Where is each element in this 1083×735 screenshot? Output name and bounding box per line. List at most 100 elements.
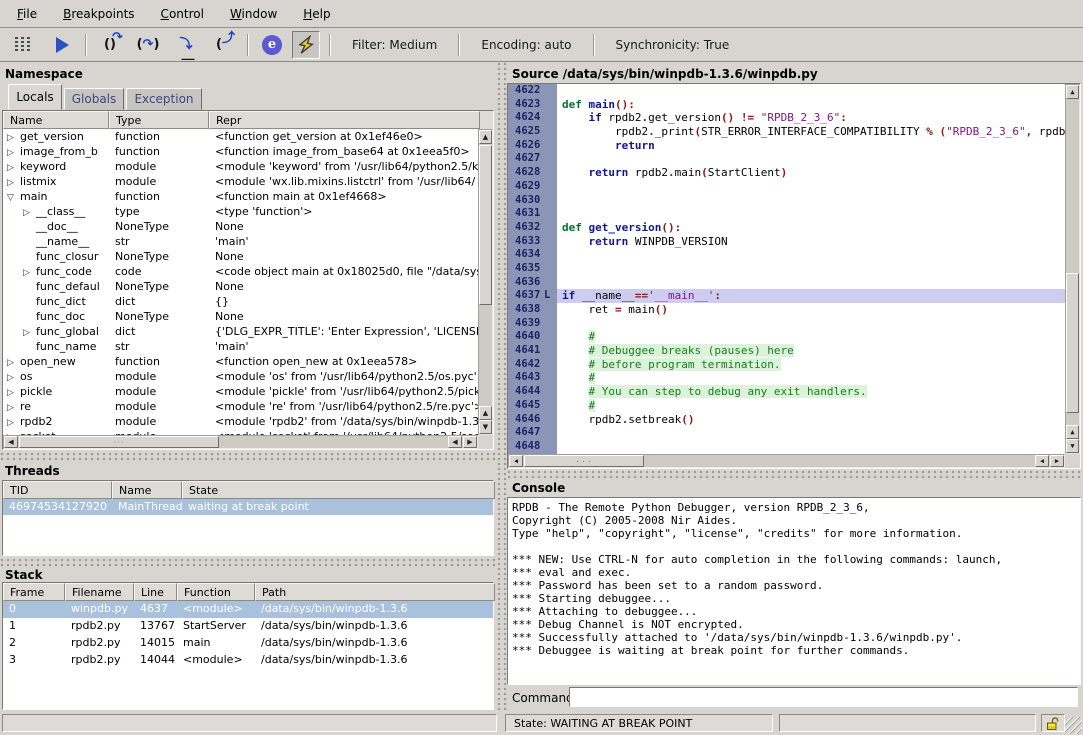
source-line[interactable]: 4633 return WINPDB_VERSION [508, 235, 1065, 249]
scrollbar-thumb[interactable]: ··· [524, 455, 644, 467]
table-row[interactable]: 2rpdb2.py14015main/data/sys/bin/winpdb-1… [3, 635, 493, 652]
column-header-path[interactable]: Path [255, 583, 495, 601]
scroll-up-icon[interactable]: ▲ [1066, 425, 1079, 439]
source-code[interactable]: 4622 4623def main():4624 if rpdb2.get_ve… [508, 84, 1065, 454]
scroll-up-icon[interactable]: ▲ [1066, 85, 1079, 99]
source-line[interactable]: 4644 # You can step to debug any exit ha… [508, 385, 1065, 399]
source-line[interactable]: 4627 [508, 152, 1065, 166]
line-gutter[interactable]: 4630 [508, 194, 557, 208]
source-console-splitter[interactable] [507, 470, 1083, 480]
scroll-left-icon[interactable]: ◀ [509, 455, 523, 467]
column-header-type[interactable]: Type [109, 111, 209, 129]
source-line[interactable]: 4643 # [508, 371, 1065, 385]
expand-icon[interactable]: ▷ [23, 328, 36, 338]
column-header-function[interactable]: Function [177, 583, 255, 601]
table-row[interactable]: 3rpdb2.py14044<module>/data/sys/bin/winp… [3, 652, 493, 669]
column-header-filename[interactable]: Filename [65, 583, 134, 601]
column-header-tid[interactable]: TID [3, 481, 112, 499]
line-gutter[interactable]: 4623 [508, 98, 557, 112]
column-header-name[interactable]: Name [3, 111, 109, 129]
source-line[interactable]: 4626 return [508, 139, 1065, 153]
source-vscrollbar[interactable]: ▲ ▲ ▼ [1065, 84, 1080, 454]
table-row[interactable]: ▷func_codecode<code object main at 0x180… [3, 264, 478, 279]
source-line[interactable]: 4629 [508, 180, 1065, 194]
line-gutter[interactable]: 4640 [508, 330, 557, 344]
table-row[interactable]: func_defaulNoneTypeNone [3, 279, 478, 294]
table-row[interactable]: ▷picklemodule<module 'pickle' from '/usr… [3, 384, 478, 399]
line-gutter[interactable]: 4639 [508, 317, 557, 331]
menu-window[interactable]: Window [217, 2, 290, 26]
expand-icon[interactable]: ▷ [7, 358, 20, 368]
scroll-down-icon[interactable]: ▼ [1066, 439, 1079, 453]
source-line[interactable]: 4647 [508, 426, 1065, 440]
table-row[interactable]: ▷func_globaldict{'DLG_EXPR_TITLE': 'Ente… [3, 324, 478, 339]
line-gutter[interactable]: 4626 [508, 139, 557, 153]
encoding-button[interactable]: e [258, 31, 286, 59]
tab-globals[interactable]: Globals [64, 88, 124, 110]
return-button[interactable]: ⤵__ [172, 31, 200, 59]
tab-exception[interactable]: Exception [126, 88, 202, 110]
line-gutter[interactable]: 4645 [508, 399, 557, 413]
source-line[interactable]: 4634 [508, 248, 1065, 262]
source-line[interactable]: 4625 rpdb2._print(STR_ERROR_INTERFACE_CO… [508, 125, 1065, 139]
expand-icon[interactable]: ▷ [7, 388, 20, 398]
scrollbar-thumb[interactable]: ··· [19, 436, 219, 448]
source-line[interactable]: 4630 [508, 194, 1065, 208]
line-gutter[interactable]: 4648 [508, 440, 557, 454]
table-row[interactable]: ▷get_versionfunction<function get_versio… [3, 129, 478, 144]
source-line[interactable]: 4641 # Debuggee breaks (pauses) here [508, 344, 1065, 358]
step-into-button[interactable]: (↷) [134, 31, 162, 59]
column-header-state[interactable]: State [182, 481, 495, 499]
line-gutter[interactable]: 4631 [508, 207, 557, 221]
table-row[interactable]: func_closurNoneTypeNone [3, 249, 478, 264]
column-header-repr[interactable]: Repr [209, 111, 480, 129]
source-line[interactable]: 4648 [508, 440, 1065, 454]
table-row[interactable]: 46974534127920MainThreadwaiting at break… [3, 499, 493, 515]
table-row[interactable]: ▽mainfunction<function main at 0x1ef4668… [3, 189, 478, 204]
line-gutter[interactable]: 4636 [508, 276, 557, 290]
namespace-hscrollbar[interactable]: ◀ ··· ◀ ▶ [3, 435, 478, 449]
expand-icon[interactable]: ▷ [23, 268, 36, 278]
source-line[interactable]: 4624 if rpdb2.get_version() != "RPDB_2_3… [508, 111, 1065, 125]
scrollbar-thumb[interactable] [1066, 273, 1079, 413]
table-row[interactable]: func_docNoneTypeNone [3, 309, 478, 324]
line-gutter[interactable]: 4642 [508, 358, 557, 372]
scroll-left-icon[interactable]: ◀ [448, 436, 462, 448]
line-gutter[interactable]: 4637L [508, 289, 557, 303]
column-header-frame[interactable]: Frame [3, 583, 65, 601]
expand-icon[interactable]: ▷ [7, 418, 20, 428]
console-output[interactable]: RPDB - The Remote Python Debugger, versi… [507, 497, 1081, 685]
table-row[interactable]: __doc__NoneTypeNone [3, 219, 478, 234]
table-row[interactable]: func_namestr'main' [3, 339, 478, 354]
table-row[interactable]: ▷keywordmodule<module 'keyword' from '/u… [3, 159, 478, 174]
source-line[interactable]: 4632def get_version(): [508, 221, 1065, 235]
break-button[interactable] [8, 31, 36, 59]
expand-icon[interactable]: ▷ [7, 163, 20, 173]
line-gutter[interactable]: 4624 [508, 111, 557, 125]
table-row[interactable]: 1rpdb2.py13767StartServer/data/sys/bin/w… [3, 618, 493, 635]
line-gutter[interactable]: 4625 [508, 125, 557, 139]
namespace-vscrollbar[interactable]: ▲ ▲ ▼ [478, 129, 493, 435]
scroll-left-icon[interactable]: ◀ [1035, 455, 1049, 467]
scroll-right-icon[interactable]: ▶ [463, 436, 477, 448]
scroll-left-icon[interactable]: ◀ [4, 436, 18, 448]
line-gutter[interactable]: 4644 [508, 385, 557, 399]
line-gutter[interactable]: 4635 [508, 262, 557, 276]
source-line[interactable]: 4636 [508, 276, 1065, 290]
source-line[interactable]: 4645 # [508, 399, 1065, 413]
goto-button[interactable]: (⤴ [210, 31, 238, 59]
line-gutter[interactable]: 4633 [508, 235, 557, 249]
threads-stack-splitter[interactable] [0, 558, 497, 567]
synchronicity-button[interactable] [292, 31, 320, 59]
line-gutter[interactable]: 4638 [508, 303, 557, 317]
menu-control[interactable]: Control [148, 2, 217, 26]
line-gutter[interactable]: 4622 [508, 84, 557, 98]
expand-icon[interactable]: ▷ [7, 178, 20, 188]
table-row[interactable]: ▷listmixmodule<module 'wx.lib.mixins.lis… [3, 174, 478, 189]
source-line[interactable]: 4622 [508, 84, 1065, 98]
source-hscrollbar[interactable]: ◀ ··· ◀ ▶ [508, 454, 1065, 468]
menu-file[interactable]: File [4, 2, 50, 26]
go-button[interactable] [48, 31, 76, 59]
collapse-icon[interactable]: ▽ [7, 193, 20, 203]
table-row[interactable]: ▷remodule<module 're' from '/usr/lib64/p… [3, 399, 478, 414]
